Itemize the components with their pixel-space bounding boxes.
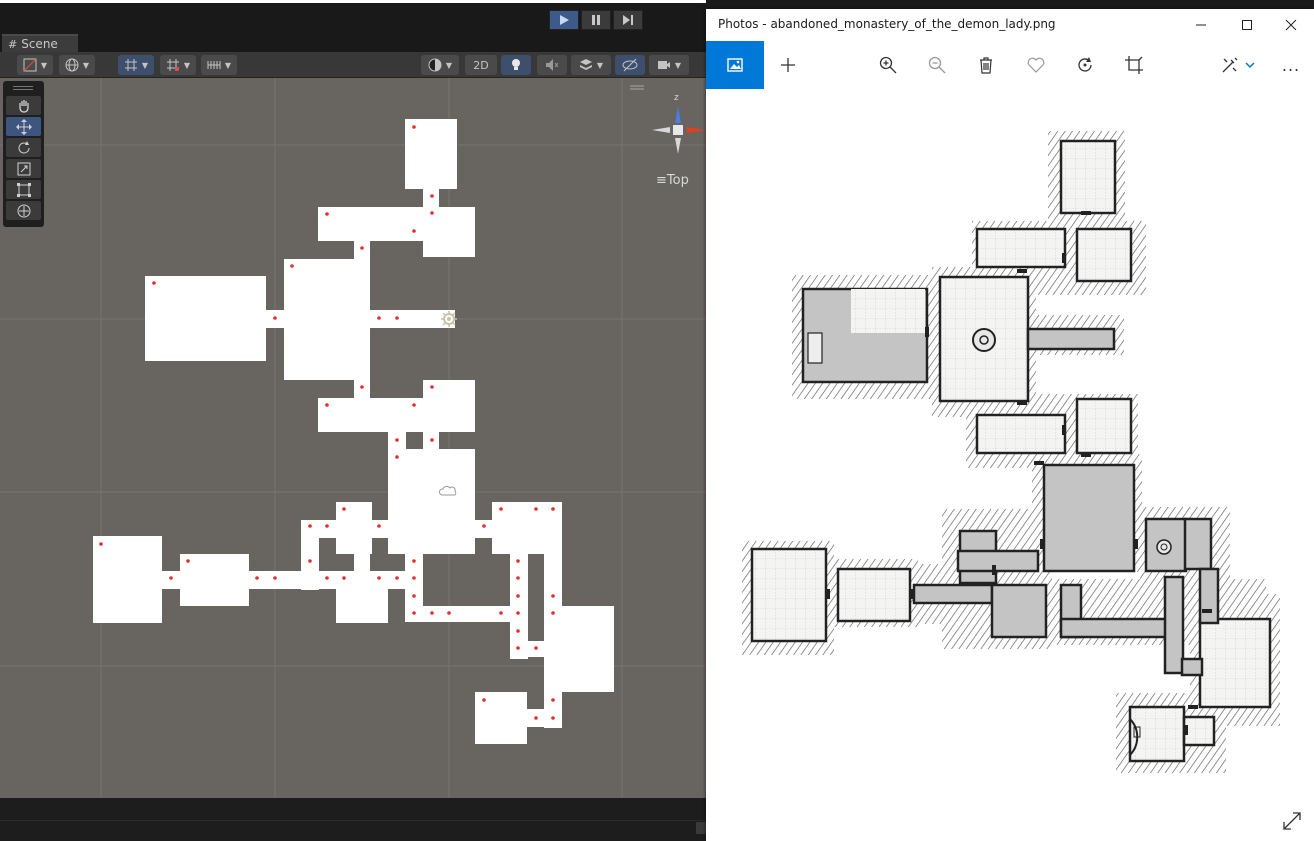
unity-top-bar <box>0 0 706 34</box>
unity-editor: # Scene ▼ ▼ ▼ ▼ ▼ ▼ 2D ▼ ▼ z ≡Top <box>0 0 706 841</box>
rect-transform-icon <box>16 182 31 197</box>
scale-icon <box>17 162 30 175</box>
eye-hidden-icon <box>622 58 638 72</box>
step-icon <box>623 15 633 25</box>
rotate-icon <box>1078 57 1092 72</box>
camera-dropdown[interactable]: ▼ <box>649 55 689 75</box>
rotate-icon <box>18 140 29 153</box>
crop-icon <box>1125 56 1143 74</box>
window-title: Photos - abandoned_monastery_of_the_demo… <box>718 17 1056 31</box>
edit-icon <box>1222 57 1238 73</box>
play-button[interactable] <box>549 10 579 30</box>
grid-snap-icon <box>124 59 137 71</box>
close-button[interactable] <box>1268 9 1314 41</box>
layers-icon <box>579 59 592 70</box>
scale-tool[interactable] <box>6 159 41 178</box>
shaded-icon <box>23 58 37 72</box>
plus-icon <box>781 58 795 72</box>
menu-icon: ≡ <box>656 173 667 188</box>
photos-toolbar: ... <box>706 41 1314 89</box>
overlay-menu-icon[interactable] <box>630 85 644 90</box>
favorite-button[interactable] <box>1011 41 1061 89</box>
2d-toggle-button[interactable]: 2D <box>465 55 497 75</box>
dungeon-rooms <box>93 119 614 744</box>
scene-tab-bar: # Scene <box>0 34 706 52</box>
camera-icon <box>657 61 670 69</box>
grid-snapping-button[interactable]: ▼ <box>118 55 154 75</box>
lighting-toggle[interactable] <box>501 55 531 75</box>
crop-button[interactable] <box>1109 41 1159 89</box>
map-rooms <box>750 139 1272 763</box>
rotate-tool[interactable] <box>6 138 41 157</box>
pause-icon <box>592 15 600 25</box>
maximize-icon <box>1242 20 1252 30</box>
maximize-button[interactable] <box>1224 9 1270 41</box>
sphere-icon <box>428 58 442 72</box>
image-icon <box>727 58 743 72</box>
scene-view[interactable]: z ≡Top <box>0 78 706 798</box>
photos-window: Photos - abandoned_monastery_of_the_demo… <box>706 9 1314 841</box>
edit-button[interactable] <box>1210 41 1266 89</box>
globe-icon <box>65 58 79 72</box>
move-tool[interactable] <box>6 117 41 136</box>
photos-titlebar: Photos - abandoned_monastery_of_the_demo… <box>706 9 1314 41</box>
audio-toggle[interactable] <box>537 55 567 75</box>
transform-tool[interactable] <box>6 201 41 220</box>
render-mode-dropdown[interactable]: ▼ <box>421 55 459 75</box>
grid-icon: # <box>8 38 18 51</box>
minimize-button[interactable] <box>1178 9 1224 41</box>
transform-icon <box>17 204 30 217</box>
trash-icon <box>980 57 992 74</box>
delete-button[interactable] <box>961 41 1011 89</box>
add-button[interactable] <box>763 41 813 89</box>
play-icon <box>560 15 569 25</box>
snap-increment-icon <box>166 59 179 71</box>
fullscreen-icon[interactable] <box>1282 811 1302 831</box>
hand-tool[interactable] <box>6 96 41 115</box>
orientation-gizmo[interactable] <box>652 106 706 154</box>
sun-gizmo-icon <box>441 311 457 327</box>
projection-label[interactable]: ≡Top <box>656 173 689 188</box>
global-dropdown[interactable]: ▼ <box>59 55 95 75</box>
chevron-down-icon <box>1245 62 1255 69</box>
lightbulb-icon <box>512 59 520 70</box>
rect-tool[interactable] <box>6 180 41 199</box>
ruler-icon <box>207 61 221 69</box>
effects-dropdown[interactable]: ▼ <box>571 55 611 75</box>
tools-panel <box>3 81 44 227</box>
increment-snap-button[interactable]: ▼ <box>160 55 196 75</box>
scene-toolbar: ▼ ▼ ▼ ▼ ▼ ▼ 2D ▼ ▼ <box>0 52 706 78</box>
draw-mode-dropdown[interactable]: ▼ <box>17 55 53 75</box>
rotate-button[interactable] <box>1060 41 1110 89</box>
pause-button[interactable] <box>581 10 611 30</box>
close-icon <box>1285 19 1297 31</box>
scene-tab-label: Scene <box>21 37 58 51</box>
collapse-handle[interactable] <box>696 822 706 834</box>
ruler-dropdown[interactable]: ▼ <box>201 55 237 75</box>
unity-status-area <box>0 798 706 841</box>
zoom-in-icon <box>879 56 897 74</box>
z-axis-label: z <box>674 93 679 103</box>
image-viewer[interactable] <box>706 89 1314 841</box>
zoom-out-button[interactable] <box>912 41 962 89</box>
dungeon-map-image <box>742 131 1280 773</box>
minimize-icon <box>1196 24 1206 26</box>
view-image-button[interactable] <box>706 41 764 89</box>
tab-scene[interactable]: # Scene <box>2 34 78 52</box>
step-button[interactable] <box>613 10 643 30</box>
zoom-out-icon <box>928 56 946 74</box>
zoom-in-button[interactable] <box>863 41 913 89</box>
move-arrows-icon <box>15 118 32 135</box>
scene-canvas[interactable]: z <box>0 78 706 798</box>
hand-icon <box>18 99 29 113</box>
2d-label: 2D <box>473 58 489 72</box>
more-icon: ... <box>1281 55 1301 75</box>
visibility-toggle[interactable] <box>615 55 645 75</box>
heart-icon <box>1027 57 1045 73</box>
mute-icon <box>546 59 559 71</box>
more-button[interactable]: ... <box>1268 41 1314 89</box>
